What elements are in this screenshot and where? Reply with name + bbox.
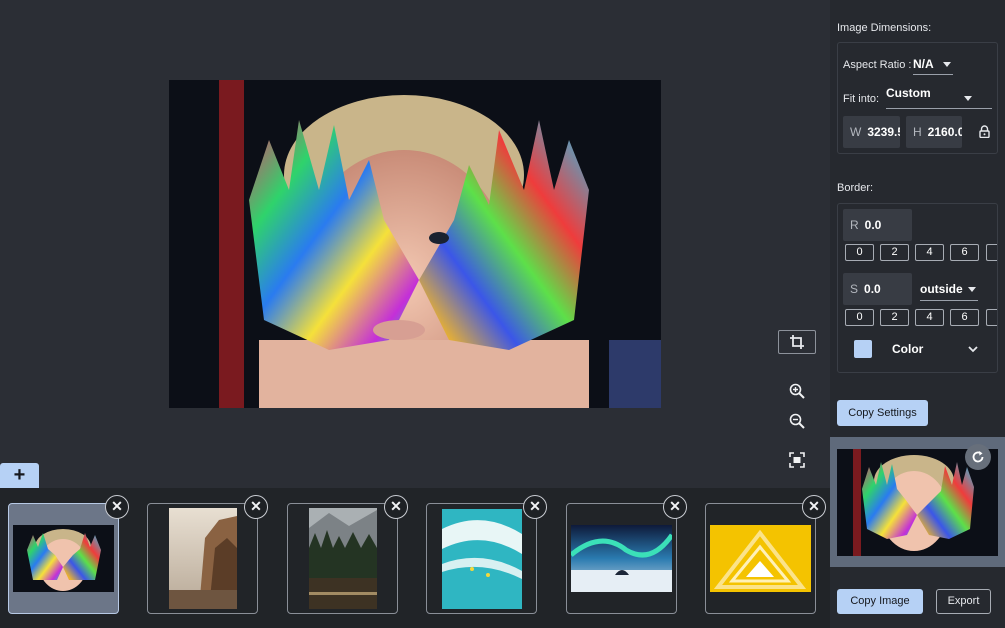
radius-preset-4[interactable]: 4 — [915, 244, 944, 261]
lock-aspect-button[interactable] — [977, 123, 991, 139]
size-preset-6[interactable]: 6 — [950, 309, 979, 326]
width-key: W — [850, 125, 862, 139]
zoom-in-button[interactable] — [787, 381, 807, 401]
height-key: H — [913, 125, 922, 139]
thumbnail-yellow-triangles[interactable]: ✕ — [705, 495, 826, 614]
radius-key: R — [850, 218, 859, 232]
chevron-down-icon — [968, 345, 978, 352]
dimensions-title: Image Dimensions: — [837, 22, 932, 34]
border-position-value: outside — [920, 282, 963, 296]
size-field[interactable]: S 0.0 — [843, 273, 912, 305]
color-expand-button[interactable] — [966, 342, 980, 356]
thumbnail-surfers-wave[interactable]: ✕ — [426, 495, 547, 614]
remove-thumbnail-button[interactable]: ✕ — [384, 495, 408, 519]
thumbnail-image — [571, 525, 672, 592]
size-key: S — [850, 282, 859, 296]
copy-image-button[interactable]: Copy Image — [837, 589, 923, 614]
size-preset-4[interactable]: 4 — [915, 309, 944, 326]
border-color-swatch[interactable] — [854, 340, 872, 358]
height-field[interactable]: H 2160.0 — [906, 116, 962, 148]
preview-panel — [830, 437, 1005, 567]
thumbnail-painted-hands[interactable]: ✕ — [8, 495, 129, 614]
zoom-out-button[interactable] — [787, 411, 807, 431]
width-value: 3239.5 — [867, 125, 900, 139]
border-position-dropdown[interactable]: outside — [920, 282, 978, 301]
chevron-down-icon — [943, 62, 951, 67]
size-value: 0.0 — [864, 282, 881, 296]
canvas-area — [0, 0, 830, 488]
thumbnail-strip: ✕ ✕ ✕ ✕ ✕ ✕ — [0, 488, 830, 628]
lock-icon — [978, 124, 990, 138]
copy-settings-button[interactable]: Copy Settings — [837, 400, 928, 426]
size-preset-2[interactable]: 2 — [880, 309, 909, 326]
radius-preset-more[interactable] — [986, 244, 997, 261]
fit-into-value: Custom — [886, 86, 931, 100]
remove-thumbnail-button[interactable]: ✕ — [802, 495, 826, 519]
fit-into-dropdown[interactable]: Custom — [886, 86, 992, 109]
main-image[interactable] — [169, 80, 661, 408]
fit-screen-icon — [789, 452, 805, 468]
radius-value: 0.0 — [864, 218, 882, 232]
size-preset-more[interactable] — [986, 309, 997, 326]
aspect-ratio-label: Aspect Ratio : — [843, 59, 912, 71]
remove-thumbnail-button[interactable]: ✕ — [105, 495, 129, 519]
thumbnail-image — [168, 508, 237, 609]
thumbnail-aurora-cabin[interactable]: ✕ — [566, 495, 687, 614]
radius-preset-0[interactable]: 0 — [845, 244, 874, 261]
export-button[interactable]: Export — [936, 589, 991, 614]
aspect-ratio-value: N/A — [913, 57, 934, 71]
width-field[interactable]: W 3239.5 — [843, 116, 900, 148]
crop-button[interactable] — [778, 330, 816, 354]
radius-preset-2[interactable]: 2 — [880, 244, 909, 261]
size-preset-0[interactable]: 0 — [845, 309, 874, 326]
zoom-out-icon — [789, 413, 805, 429]
border-panel: R 0.0 0 2 4 6 S 0.0 outside 0 2 4 6 Colo… — [837, 203, 998, 373]
thumbnail-image — [710, 525, 811, 592]
settings-sidebar: Image Dimensions: Aspect Ratio : N/A Fit… — [830, 0, 1005, 628]
fit-into-label: Fit into: — [843, 93, 880, 105]
remove-thumbnail-button[interactable]: ✕ — [663, 495, 687, 519]
chevron-down-icon — [964, 96, 972, 101]
thumbnail-image — [308, 508, 377, 609]
thumbnail-image — [13, 525, 114, 592]
dimensions-panel: Aspect Ratio : N/A Fit into: Custom W 32… — [837, 42, 998, 154]
refresh-preview-button[interactable] — [965, 444, 991, 470]
border-title: Border: — [837, 182, 874, 194]
zoom-in-icon — [789, 383, 805, 399]
thumbnail-forest-lake[interactable]: ✕ — [287, 495, 408, 614]
height-value: 2160.0 — [927, 125, 962, 139]
fit-screen-button[interactable] — [787, 450, 807, 470]
remove-thumbnail-button[interactable]: ✕ — [523, 495, 547, 519]
thumbnail-rock-formation[interactable]: ✕ — [147, 495, 268, 614]
refresh-icon — [972, 451, 984, 463]
painted-hands-photo — [169, 80, 661, 408]
chevron-down-icon — [968, 287, 976, 292]
thumbnail-image — [441, 508, 522, 609]
radius-field[interactable]: R 0.0 — [843, 209, 912, 241]
color-label: Color — [892, 342, 924, 356]
add-image-button[interactable]: + — [0, 463, 39, 488]
aspect-ratio-dropdown[interactable]: N/A — [913, 57, 953, 75]
radius-preset-6[interactable]: 6 — [950, 244, 979, 261]
remove-thumbnail-button[interactable]: ✕ — [244, 495, 268, 519]
crop-icon — [790, 335, 804, 349]
